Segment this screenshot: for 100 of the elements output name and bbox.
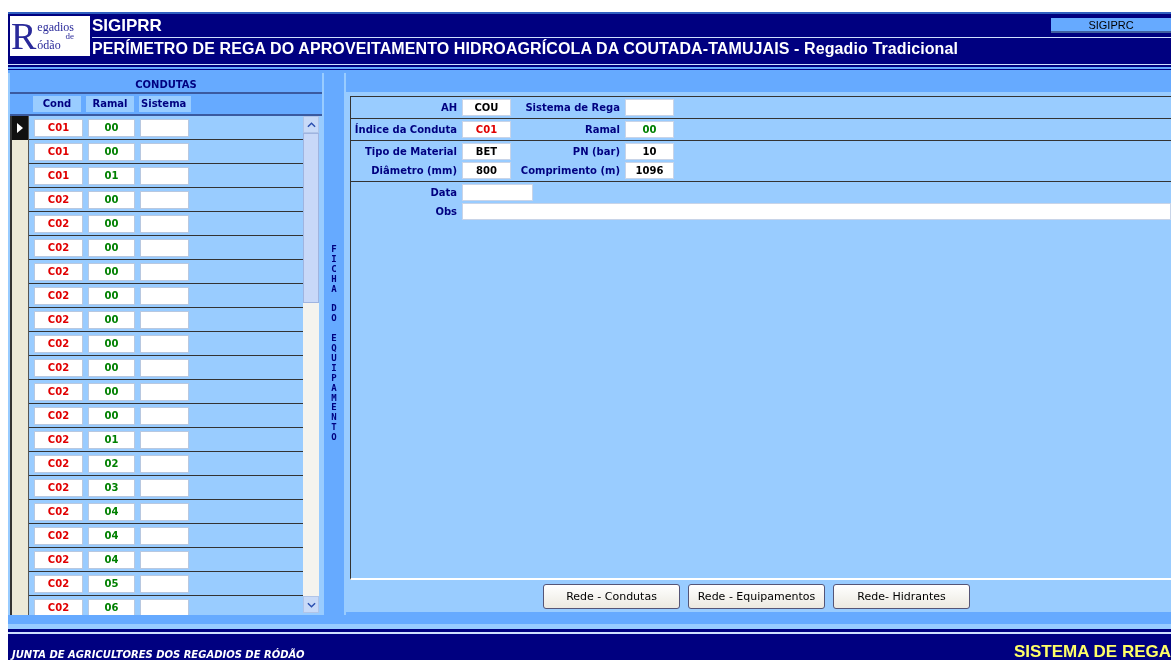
ramal-field[interactable]: 06 [88, 598, 135, 615]
sistema-field[interactable] [140, 382, 189, 401]
ramal-field[interactable]: 03 [88, 478, 135, 497]
cond-field[interactable]: C02 [34, 430, 83, 449]
input-field[interactable]: BET [462, 143, 511, 160]
record-selector[interactable] [12, 116, 29, 140]
input-field[interactable] [625, 99, 674, 116]
side-tab-label: FICHA DO EQUIPAMENTO [330, 245, 338, 443]
ramal-field[interactable]: 00 [88, 190, 135, 209]
sistema-field[interactable] [140, 406, 189, 425]
sistema-field[interactable] [140, 214, 189, 233]
cond-field[interactable]: C02 [34, 358, 83, 377]
cond-field[interactable]: C02 [34, 238, 83, 257]
input-field[interactable]: 00 [625, 121, 674, 138]
logo-word: egadios [37, 21, 74, 33]
sistema-field[interactable] [140, 502, 189, 521]
sistema-field[interactable] [140, 310, 189, 329]
cond-field[interactable]: C02 [34, 454, 83, 473]
cond-field[interactable]: C02 [34, 526, 83, 545]
column-header: Sistema [139, 96, 191, 112]
cond-field[interactable]: C02 [34, 382, 83, 401]
ramal-field[interactable]: 02 [88, 454, 135, 473]
scrollbar[interactable] [303, 116, 319, 613]
ramal-field[interactable]: 04 [88, 526, 135, 545]
field-label: Ramal [583, 124, 621, 135]
ramal-field[interactable]: 00 [88, 118, 135, 137]
scroll-up-button[interactable] [303, 116, 319, 133]
field-label: AH [439, 102, 458, 113]
cond-field[interactable]: C02 [34, 406, 83, 425]
sistema-field[interactable] [140, 286, 189, 305]
sistema-field[interactable] [140, 478, 189, 497]
sistema-field[interactable] [140, 118, 189, 137]
ramal-field[interactable]: 00 [88, 310, 135, 329]
ramal-field[interactable]: 00 [88, 286, 135, 305]
sistema-field[interactable] [140, 574, 189, 593]
input-field[interactable]: 800 [462, 162, 511, 179]
app-switch-button[interactable]: SIGIPRC [1051, 18, 1171, 33]
input-field[interactable]: C01 [462, 121, 511, 138]
input-field[interactable]: COU [462, 99, 511, 116]
app-name: SIGIPRR [92, 16, 162, 36]
cond-field[interactable]: C02 [34, 214, 83, 233]
sistema-field[interactable] [140, 550, 189, 569]
ramal-field[interactable]: 04 [88, 502, 135, 521]
cond-field[interactable]: C02 [34, 286, 83, 305]
list-title: CONDUTAS [10, 77, 322, 94]
sistema-field[interactable] [140, 142, 189, 161]
system-name: SISTEMA DE REGA [1013, 642, 1171, 660]
cond-field[interactable]: C02 [34, 310, 83, 329]
cond-field[interactable]: C02 [34, 190, 83, 209]
field-label: Sistema de Rega [524, 102, 621, 113]
input-field[interactable] [462, 203, 1171, 220]
nav-button[interactable]: Rede - Condutas [543, 583, 680, 609]
ramal-field[interactable]: 00 [88, 358, 135, 377]
field-label: Data [429, 187, 458, 198]
cond-field[interactable]: C01 [34, 118, 83, 137]
ramal-field[interactable]: 01 [88, 430, 135, 449]
ramal-field[interactable]: 00 [88, 142, 135, 161]
sistema-field[interactable] [140, 358, 189, 377]
sistema-field[interactable] [140, 526, 189, 545]
cond-field[interactable]: C02 [34, 574, 83, 593]
sistema-field[interactable] [140, 334, 189, 353]
input-field[interactable] [462, 184, 533, 201]
cond-field[interactable]: C02 [34, 598, 83, 615]
cond-field[interactable]: C01 [34, 166, 83, 185]
ramal-field[interactable]: 01 [88, 166, 135, 185]
ramal-field[interactable]: 00 [88, 238, 135, 257]
record-selector[interactable] [12, 139, 29, 164]
cond-field[interactable]: C01 [34, 142, 83, 161]
nav-button[interactable]: Rede- Hidrantes [833, 583, 970, 609]
logo-word: ódão [37, 39, 62, 51]
logo-initial: R [11, 16, 37, 56]
ramal-field[interactable]: 00 [88, 382, 135, 401]
cond-field[interactable]: C02 [34, 502, 83, 521]
ramal-field[interactable]: 00 [88, 334, 135, 353]
ramal-field[interactable]: 00 [88, 262, 135, 281]
organization-name: JUNTA DE AGRICULTORES DOS REGADIOS DE RÓDÃO [9, 649, 305, 660]
sistema-field[interactable] [140, 166, 189, 185]
window-title: PERÍMETRO DE REGA DO APROVEITAMENTO HIDROAGRÍCOLA DA COUTADA-TAMUJAIS - Regadio Tradicional [92, 40, 960, 58]
input-field[interactable]: 10 [625, 143, 674, 160]
ramal-field[interactable]: 00 [88, 406, 135, 425]
sistema-field[interactable] [140, 238, 189, 257]
nav-button[interactable]: Rede - Equipamentos [688, 583, 825, 609]
ramal-field[interactable]: 00 [88, 214, 135, 233]
ramal-field[interactable]: 05 [88, 574, 135, 593]
cond-field[interactable]: C02 [34, 550, 83, 569]
scroll-thumb[interactable] [303, 133, 319, 303]
cond-field[interactable]: C02 [34, 478, 83, 497]
logo-word: de [65, 32, 74, 40]
ramal-field[interactable]: 04 [88, 550, 135, 569]
column-header: Cond [33, 96, 81, 112]
sistema-field[interactable] [140, 430, 189, 449]
cond-field[interactable]: C02 [34, 334, 83, 353]
sistema-field[interactable] [140, 190, 189, 209]
cond-field[interactable]: C02 [34, 262, 83, 281]
input-field[interactable]: 1096 [625, 162, 674, 179]
sistema-field[interactable] [140, 262, 189, 281]
sistema-field[interactable] [140, 598, 189, 615]
scroll-down-button[interactable] [303, 596, 319, 613]
sistema-field[interactable] [140, 454, 189, 473]
side-tab[interactable]: FICHA DO EQUIPAMENTO [324, 73, 344, 615]
